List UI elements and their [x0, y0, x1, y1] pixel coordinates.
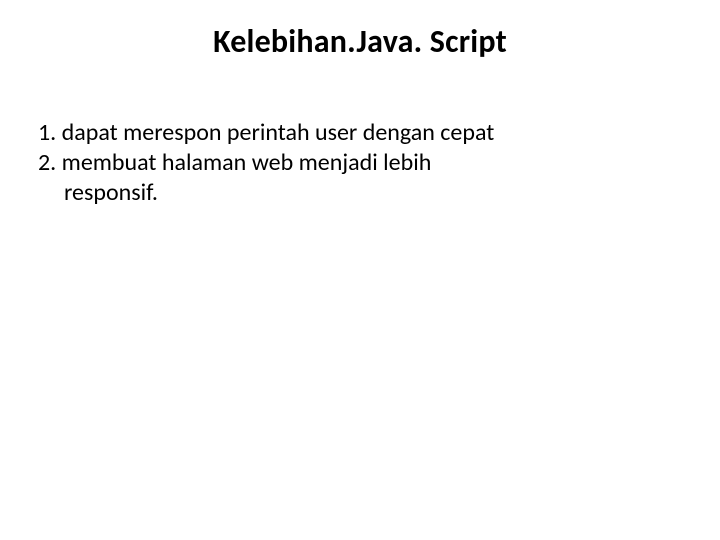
slide: Kelebihan.Java. Script 1. dapat merespon… [0, 0, 720, 540]
slide-title: Kelebihan.Java. Script [0, 22, 720, 61]
list-item-continuation: responsif. [38, 178, 682, 208]
slide-body: 1. dapat merespon perintah user dengan c… [38, 118, 682, 208]
list-item: 2. membuat halaman web menjadi lebih [38, 148, 682, 178]
list-item: 1. dapat merespon perintah user dengan c… [38, 118, 682, 148]
